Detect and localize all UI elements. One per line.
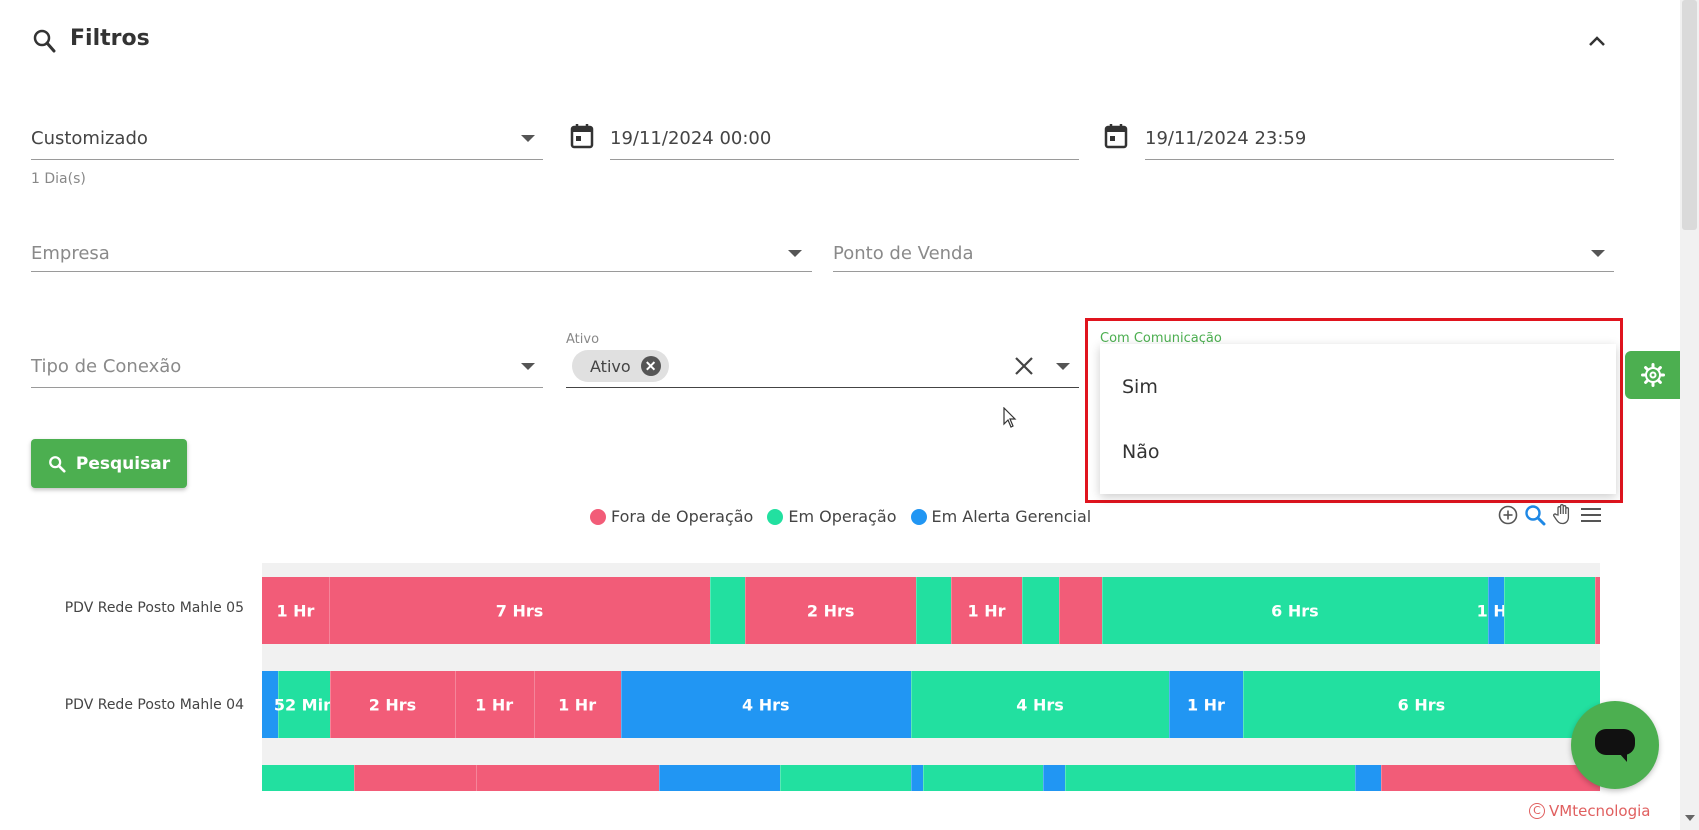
timeline-segment-alerta[interactable] <box>910 765 924 791</box>
segment-label: 4 Hrs <box>1016 695 1064 714</box>
timeline-segment-em[interactable] <box>1503 577 1596 644</box>
segment-label: 52 Min <box>273 695 335 714</box>
chevron-down-icon <box>1591 250 1605 257</box>
legend-label: Fora de Operação <box>611 507 754 526</box>
segment-label: 1 Hr <box>967 601 1006 620</box>
timeline-segment-em[interactable] <box>779 765 912 791</box>
search-icon <box>49 455 66 473</box>
hand-icon[interactable] <box>1552 503 1574 525</box>
timeline-segment-alerta[interactable] <box>1355 765 1382 791</box>
tipo-conexao-placeholder: Tipo de Conexão <box>31 356 182 377</box>
brand-footer: C VMtecnologia <box>1529 802 1650 820</box>
copyright-icon: C <box>1529 803 1545 819</box>
legend-item-alerta[interactable]: Em Alerta Gerencial <box>910 507 1092 526</box>
segment-label: 6 Hrs <box>1397 695 1446 714</box>
ponto-venda-select[interactable]: Ponto de Venda <box>833 236 1614 272</box>
timeline-segment-fora[interactable] <box>1059 577 1103 644</box>
segment-label: 1 Hr <box>276 601 315 620</box>
segment-label: 7 Hrs <box>495 601 544 620</box>
chip-label: Ativo <box>590 356 631 376</box>
search-button[interactable]: Pesquisar <box>31 439 187 488</box>
calendar-icon[interactable] <box>570 123 594 149</box>
ativo-chip[interactable]: Ativo ✕ <box>572 350 669 382</box>
legend-dot <box>590 508 606 525</box>
timeline-segment-em[interactable] <box>922 765 1044 791</box>
empresa-select[interactable]: Empresa <box>31 236 812 272</box>
timeline-segment-em[interactable] <box>710 577 746 644</box>
chart-legend: Fora de Operação Em Operação Em Alerta G… <box>590 507 1091 526</box>
option-sim[interactable]: Sim <box>1122 376 1158 398</box>
period-select[interactable]: Customizado <box>31 120 543 160</box>
tipo-conexao-select[interactable]: Tipo de Conexão <box>31 350 543 388</box>
ativo-label: Ativo <box>566 332 600 347</box>
chip-remove-icon[interactable]: ✕ <box>640 356 661 376</box>
timeline-segment-fora[interactable] <box>354 765 477 791</box>
chevron-down-icon <box>788 250 802 257</box>
legend-label: Em Alerta Gerencial <box>931 507 1092 526</box>
timeline-row <box>262 765 1601 791</box>
timeline-segment-alerta[interactable] <box>1043 765 1066 791</box>
segment-label: 1 Hr <box>558 695 597 714</box>
row-label: PDV Rede Posto Mahle 05 <box>64 600 244 616</box>
chevron-up-icon[interactable] <box>1586 30 1608 52</box>
end-date-field[interactable]: 19/11/2024 23:59 <box>1145 120 1614 160</box>
timeline-segment-em[interactable] <box>262 765 355 791</box>
legend-dot <box>767 508 784 525</box>
ativo-select[interactable]: Ativo ✕ <box>566 350 1079 388</box>
period-value: Customizado <box>31 128 148 149</box>
timeline-segment-fora[interactable] <box>1594 577 1601 644</box>
segment-label: 1 Hr <box>1186 695 1225 714</box>
segment-label: 2 Hrs <box>806 601 855 620</box>
legend-item-em[interactable]: Em Operação <box>767 507 897 526</box>
start-date-field[interactable]: 19/11/2024 00:00 <box>610 120 1079 160</box>
timeline-segment-alerta[interactable] <box>659 765 781 791</box>
settings-tab[interactable] <box>1625 351 1680 399</box>
empresa-placeholder: Empresa <box>31 243 110 264</box>
page-title: Filtros <box>70 26 150 51</box>
timeline-segment-em[interactable] <box>916 577 952 644</box>
start-date-value: 19/11/2024 00:00 <box>610 128 772 149</box>
chat-icon <box>1595 729 1635 762</box>
period-hint: 1 Dia(s) <box>31 171 86 187</box>
end-date-value: 19/11/2024 23:59 <box>1145 128 1307 149</box>
segment-label: 1 Hr <box>475 695 514 714</box>
timeline-row: 1 Hr 7 Hrs 2 Hrs 1 Hr 6 Hrs 1 Hr <box>262 577 1601 644</box>
search-icon <box>33 29 56 53</box>
search-button-label: Pesquisar <box>75 453 171 474</box>
chevron-down-icon <box>521 135 535 142</box>
brand-text: VMtecnologia <box>1549 802 1651 820</box>
legend-label: Em Operação <box>788 507 897 526</box>
segment-label: 4 Hrs <box>741 695 790 714</box>
timeline-segment-fora[interactable] <box>1380 765 1601 791</box>
timeline-row: 52 Min 2 Hrs 1 Hr 1 Hr 4 Hrs 4 Hrs 1 Hr 6 Hrs <box>262 671 1601 738</box>
scrollbar-thumb[interactable] <box>1682 0 1697 230</box>
com-comunicacao-menu: Sim Não <box>1100 344 1616 494</box>
ponto-venda-placeholder: Ponto de Venda <box>833 243 974 264</box>
timeline-segment-em[interactable] <box>1021 577 1060 644</box>
segment-label: 6 Hrs <box>1271 601 1319 620</box>
timeline-segment-em[interactable] <box>1064 765 1356 791</box>
calendar-icon[interactable] <box>1104 123 1128 149</box>
segment-label: 2 Hrs <box>368 695 417 714</box>
scroll-down-icon[interactable] <box>1685 815 1695 821</box>
magnifier-icon[interactable] <box>1524 504 1546 526</box>
option-nao[interactable]: Não <box>1122 441 1159 463</box>
row-label: PDV Rede Posto Mahle 04 <box>64 697 244 713</box>
zoom-in-icon[interactable] <box>1497 504 1519 526</box>
timeline-segment-fora[interactable] <box>476 765 660 791</box>
menu-icon[interactable] <box>1580 504 1602 526</box>
cursor-icon <box>1003 407 1017 428</box>
gear-icon <box>1640 363 1665 387</box>
clear-icon[interactable] <box>1014 356 1034 376</box>
legend-dot <box>910 508 927 525</box>
chevron-down-icon[interactable] <box>1056 363 1070 370</box>
chevron-down-icon <box>521 363 535 370</box>
legend-item-fora[interactable]: Fora de Operação <box>590 507 753 526</box>
chat-button[interactable] <box>1571 701 1659 789</box>
